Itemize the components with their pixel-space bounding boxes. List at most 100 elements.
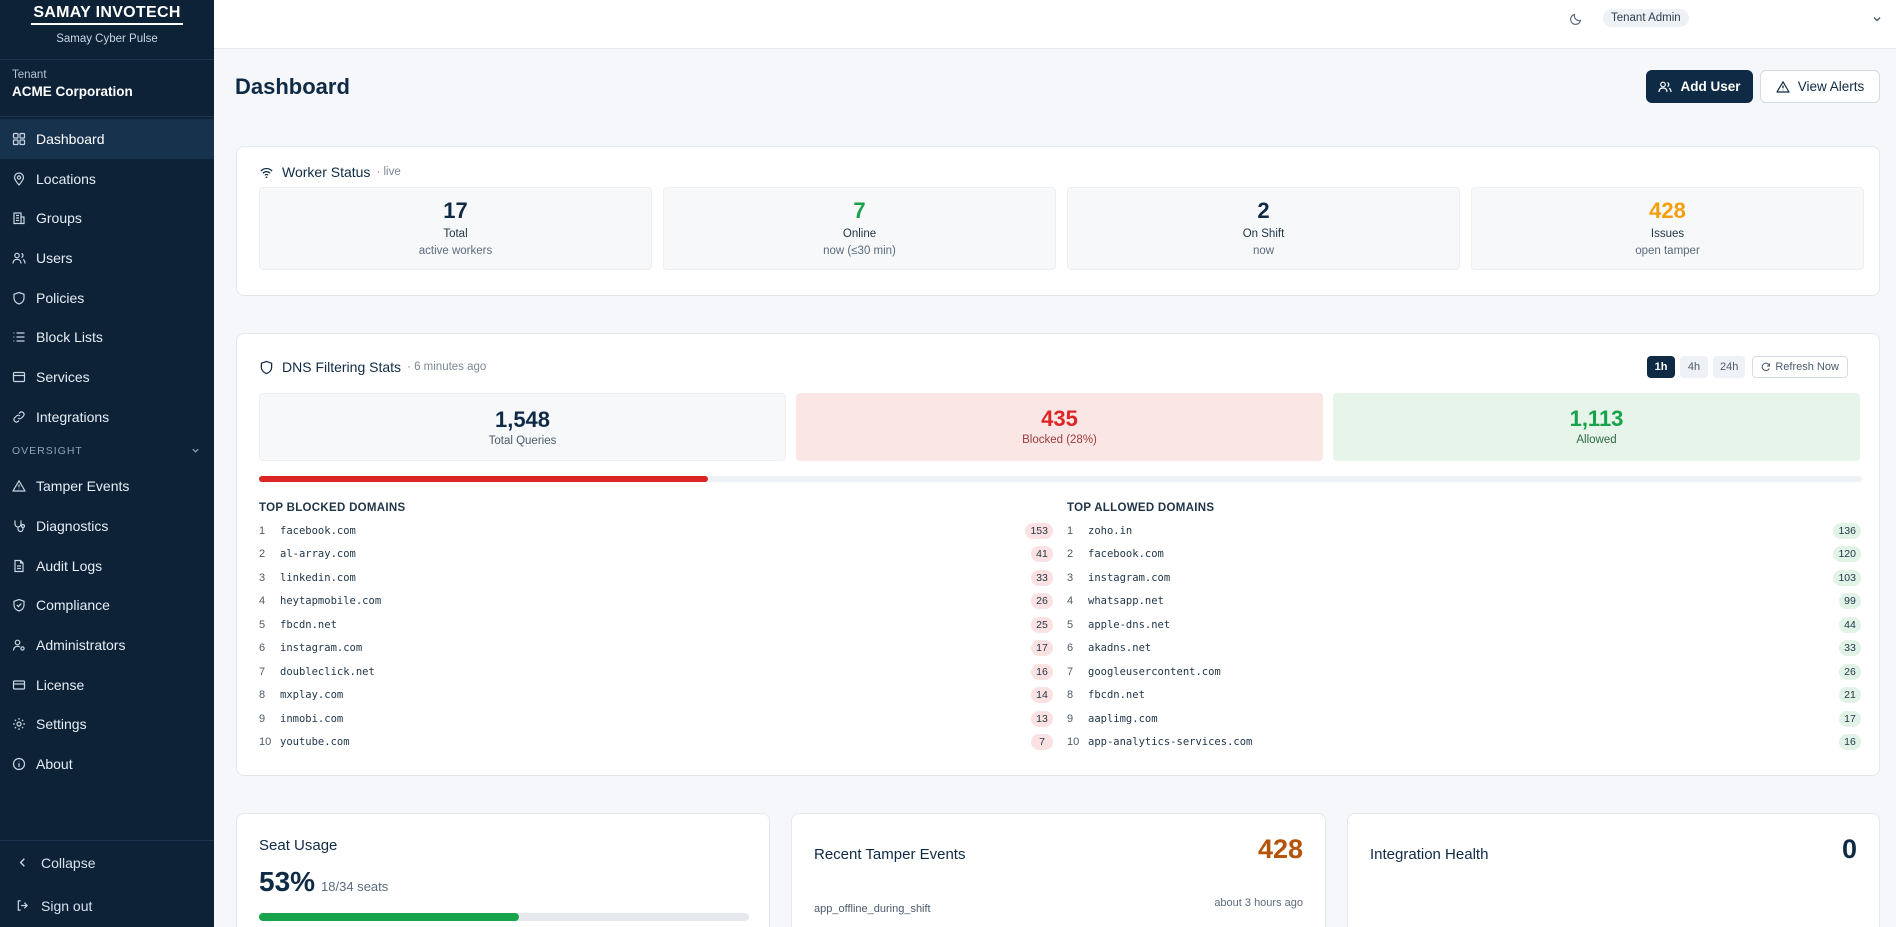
sidebar-item-label: Dashboard bbox=[36, 130, 105, 147]
refresh-icon bbox=[1762, 362, 1771, 371]
domain-row: 5 fbcdn.net 25 bbox=[259, 613, 1053, 637]
sidebar-item-administrators[interactable]: Administrators bbox=[0, 625, 214, 665]
sidebar-item-label: Diagnostics bbox=[36, 518, 109, 535]
map-pin-icon bbox=[13, 171, 25, 186]
dns-updated: · 6 minutes ago bbox=[407, 361, 487, 373]
brand-logo[interactable]: SAMAY INVOTECH bbox=[31, 4, 183, 25]
role-badge[interactable]: Tenant Admin bbox=[1603, 9, 1689, 27]
sidebar-item-integrations[interactable]: Integrations bbox=[0, 397, 214, 437]
sidebar-item-label: Audit Logs bbox=[36, 557, 103, 574]
seat-usage-values: 53% 18/34 seats bbox=[259, 866, 388, 898]
domain-row: 5 apple-dns.net 44 bbox=[1067, 613, 1861, 637]
signout-label: Sign out bbox=[41, 897, 93, 914]
sidebar-item-label: Administrators bbox=[36, 637, 126, 654]
users-icon bbox=[12, 252, 26, 264]
worker-stat-on-shift: 2 On Shift now bbox=[1067, 187, 1460, 270]
signout-button[interactable]: Sign out bbox=[0, 884, 214, 927]
blocked-value: 435 bbox=[1041, 406, 1078, 431]
file-text-icon bbox=[14, 559, 24, 572]
add-user-button[interactable]: Add User bbox=[1646, 70, 1753, 103]
domain-rank: 9 bbox=[259, 712, 266, 725]
integration-card: Integration Health 0 bbox=[1347, 813, 1880, 927]
worker-status-title: Worker Status bbox=[282, 164, 371, 180]
domain-row: 1 zoho.in 136 bbox=[1067, 519, 1861, 543]
section-oversight[interactable]: OVERSIGHT bbox=[0, 437, 214, 465]
worker-status-card: Worker Status · live 17 Total active worke… bbox=[236, 146, 1880, 296]
sidebar-item-label: Policies bbox=[36, 289, 85, 306]
sidebar-bottom: Collapse Sign out bbox=[0, 840, 214, 927]
domain-name: fbcdn.net bbox=[280, 618, 337, 631]
stethoscope-icon bbox=[14, 520, 26, 533]
dns-card: DNS Filtering Stats · 6 minutes ago 1h 4… bbox=[236, 333, 1880, 776]
tamper-title: Recent Tamper Events bbox=[814, 846, 966, 863]
stat-value: 7 bbox=[853, 198, 866, 223]
sidebar-item-users[interactable]: Users bbox=[0, 238, 214, 278]
range-24h[interactable]: 24h bbox=[1713, 356, 1746, 378]
shield-icon bbox=[260, 360, 273, 374]
sidebar-item-locations[interactable]: Locations bbox=[0, 159, 214, 199]
box-icon bbox=[12, 371, 26, 383]
page-title: Dashboard bbox=[235, 74, 350, 99]
integration-title: Integration Health bbox=[1370, 846, 1489, 863]
worker-stats: 17 Total active workers 7 Online now (≤30 min… bbox=[259, 187, 1864, 270]
sidebar-item-services[interactable]: Services bbox=[0, 357, 214, 397]
top-allowed-header: TOP ALLOWED DOMAINS bbox=[1067, 502, 1215, 514]
allowed-value: 1,113 bbox=[1569, 406, 1624, 431]
stat-label: On Shift bbox=[1242, 228, 1285, 240]
domain-count-badge: 21 bbox=[1839, 687, 1861, 704]
stat-sub: now bbox=[1252, 245, 1275, 257]
domain-count-badge: 26 bbox=[1839, 663, 1861, 680]
domain-count-badge: 17 bbox=[1839, 710, 1861, 727]
domain-name: instagram.com bbox=[1088, 571, 1171, 584]
tenant-info: Tenant ACME Corporation bbox=[0, 60, 214, 117]
sidebar-item-dashboard[interactable]: Dashboard bbox=[0, 119, 214, 159]
moon-icon[interactable] bbox=[1570, 11, 1584, 25]
sidebar-item-groups[interactable]: Groups bbox=[0, 198, 214, 238]
dns-header: DNS Filtering Stats · 6 minutes ago bbox=[259, 359, 486, 375]
refresh-button[interactable]: Refresh Now bbox=[1752, 356, 1848, 378]
sidebar-item-license[interactable]: License bbox=[0, 665, 214, 705]
nav-oversight: Tamper Events Diagnostics Audit Logs Compli… bbox=[0, 465, 214, 785]
domain-name: googleusercontent.com bbox=[1088, 665, 1221, 678]
sidebar-item-tamper-events[interactable]: Tamper Events bbox=[0, 467, 214, 507]
sidebar-item-diagnostics[interactable]: Diagnostics bbox=[0, 506, 214, 546]
domain-name: akadns.net bbox=[1088, 642, 1152, 655]
chevron-down-icon[interactable] bbox=[1871, 13, 1883, 25]
collapse-button[interactable]: Collapse bbox=[0, 841, 214, 884]
add-user-label: Add User bbox=[1680, 79, 1741, 94]
range-1h[interactable]: 1h bbox=[1647, 356, 1675, 378]
alert-triangle-icon bbox=[12, 480, 26, 492]
sidebar-item-compliance[interactable]: Compliance bbox=[0, 586, 214, 626]
sidebar-item-label: Services bbox=[36, 368, 90, 385]
range-4h[interactable]: 4h bbox=[1680, 356, 1708, 378]
domain-rank: 3 bbox=[259, 571, 266, 584]
top-blocked-list: TOP BLOCKED DOMAINS 1 facebook.com 153 2 al-… bbox=[259, 502, 1053, 754]
domain-count-badge: 99 bbox=[1839, 593, 1861, 610]
seat-usage-bar bbox=[259, 913, 749, 921]
domain-rank: 2 bbox=[259, 548, 266, 561]
sidebar-item-block-lists[interactable]: Block Lists bbox=[0, 317, 214, 357]
sidebar-item-label: Block Lists bbox=[36, 329, 103, 346]
sidebar-item-policies[interactable]: Policies bbox=[0, 278, 214, 318]
logout-icon bbox=[17, 900, 28, 911]
view-alerts-button[interactable]: View Alerts bbox=[1760, 70, 1880, 103]
allowed-stat: 1,113 Allowed bbox=[1333, 393, 1860, 461]
tamper-count: 428 bbox=[1257, 834, 1303, 864]
domain-name: al-array.com bbox=[280, 548, 356, 561]
sidebar-item-label: License bbox=[36, 676, 85, 693]
domain-name: mxplay.com bbox=[280, 689, 344, 702]
tamper-event-name[interactable]: app_offline_during_shift bbox=[814, 903, 931, 915]
domain-rank: 6 bbox=[259, 642, 266, 655]
info-icon bbox=[12, 758, 26, 771]
tenant-name: ACME Corporation bbox=[12, 84, 133, 99]
section-oversight-label: OVERSIGHT bbox=[12, 444, 83, 457]
sidebar-item-audit-logs[interactable]: Audit Logs bbox=[0, 546, 214, 586]
sidebar-item-label: Integrations bbox=[36, 408, 110, 425]
top-allowed-list: TOP ALLOWED DOMAINS 1 zoho.in 136 2 facebook… bbox=[1067, 502, 1861, 754]
domain-rank: 10 bbox=[259, 736, 272, 749]
domain-name: facebook.com bbox=[1088, 548, 1164, 561]
sidebar-item-about[interactable]: About bbox=[0, 744, 214, 784]
domain-row: 6 instagram.com 17 bbox=[259, 637, 1053, 661]
seat-usage-fill bbox=[259, 913, 519, 921]
sidebar-item-settings[interactable]: Settings bbox=[0, 705, 214, 745]
